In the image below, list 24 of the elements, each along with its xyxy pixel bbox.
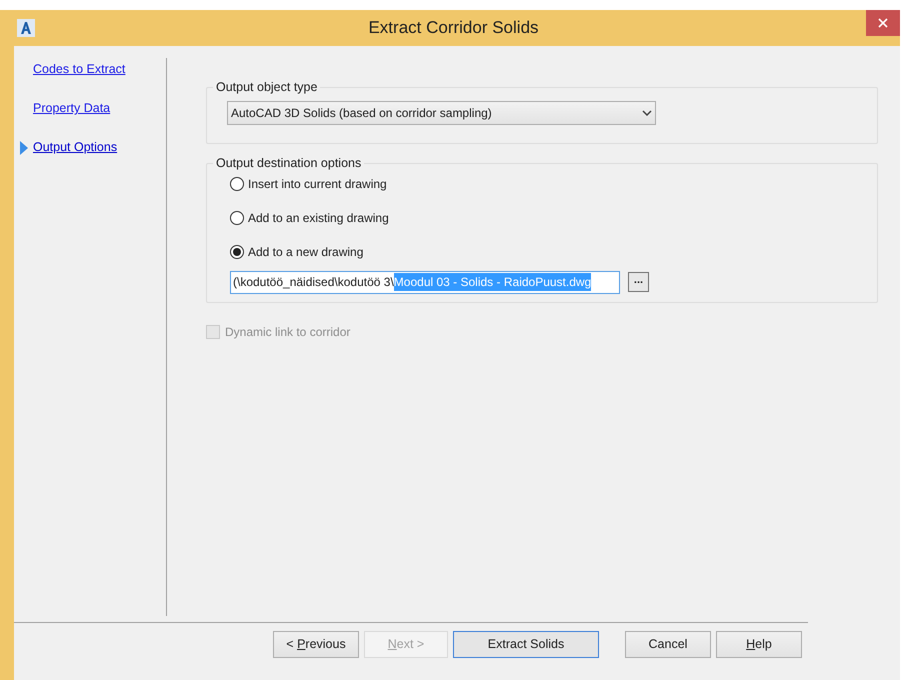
group-label: Output object type — [215, 79, 318, 96]
path-field[interactable]: (\kodutöö_näidised\kodutöö 3\Moodul 03 - Solids - RaidoPuust.dwg — [230, 270, 620, 294]
radio-option[interactable]: Add to a new drawing — [230, 244, 854, 258]
dialog-button[interactable]: Cancel — [625, 631, 711, 658]
step-link[interactable]: Codes to Extract — [33, 60, 126, 79]
object-type-dropdown[interactable]: AutoCAD 3D Solids (based on corridor sampling) — [227, 100, 656, 125]
close-button[interactable] — [866, 10, 900, 36]
dialog-button[interactable]: Help — [716, 631, 802, 658]
close-icon — [878, 18, 888, 28]
radio-button[interactable] — [230, 210, 244, 224]
app-logo-icon — [17, 19, 35, 37]
dialog-button[interactable]: Extract Solids — [453, 631, 599, 658]
radio-button[interactable] — [230, 244, 244, 258]
step-link[interactable]: Output Options — [33, 138, 118, 157]
radio-option[interactable]: Add to an existing drawing — [230, 210, 854, 224]
dropdown-value: AutoCAD 3D Solids (based on corridor sampling) — [231, 104, 493, 122]
radio-option[interactable]: Insert into current drawing — [230, 176, 854, 190]
browse-button[interactable]: ... — [628, 272, 649, 292]
group-label: Output destination options — [215, 154, 362, 172]
window-title: Extract Corridor Solids — [368, 17, 539, 40]
step-link[interactable]: Property Data — [33, 99, 110, 118]
radio-button[interactable] — [230, 176, 244, 190]
chevron-down-icon — [642, 110, 652, 116]
dialog-button[interactable]: < Previous — [273, 631, 359, 658]
